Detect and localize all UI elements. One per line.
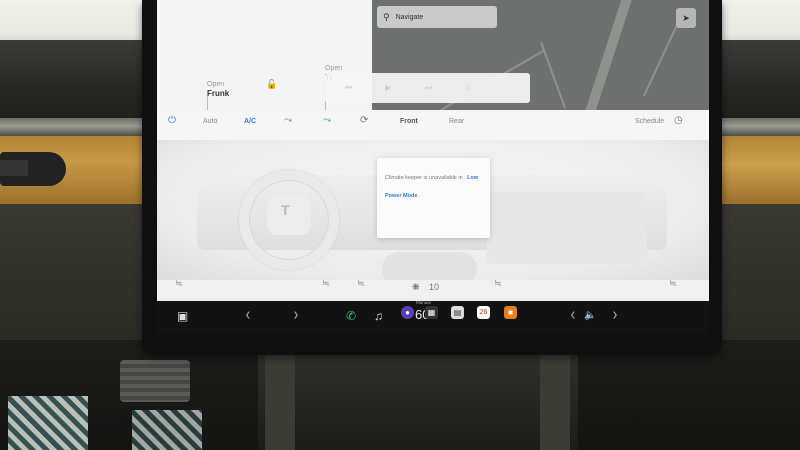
schedule-button[interactable]: Schedule	[635, 118, 664, 125]
floor-mat	[8, 396, 88, 450]
previous-icon: ⏮	[345, 83, 353, 92]
airflow-feet-icon[interactable]: ⤳	[323, 115, 331, 126]
seat-heater-middle-right-icon[interactable]: ≒	[357, 278, 365, 289]
climate-keeper-tooltip: Climate keeper is unavailable in Low Pow…	[377, 158, 490, 238]
volume-icon[interactable]: 🔈	[584, 309, 596, 323]
tesla-logo-icon: T	[281, 202, 290, 218]
rear-defrost-icon[interactable]: ≒	[494, 278, 502, 289]
toybox-icon[interactable]: ▤	[451, 306, 464, 319]
defrost-front-button[interactable]: Front	[400, 118, 418, 125]
frunk-label: Frunk	[207, 89, 230, 98]
volume-chevron-right-icon[interactable]: ❯	[612, 311, 618, 319]
cabin-console	[382, 252, 477, 280]
recirculate-icon[interactable]: ⟳	[360, 115, 368, 126]
music-icon[interactable]: ♫	[374, 309, 383, 323]
volume-chevron-left-icon[interactable]: ❮	[570, 311, 576, 319]
map-road	[580, 0, 634, 110]
touchscreen: Open Frunk 🔓 Open Tr ⚲ Navigate ➤ ⏮ ▶ ⏭ …	[157, 0, 709, 334]
screen-stand	[258, 355, 578, 450]
next-icon: ⏭	[425, 83, 433, 92]
compass-icon[interactable]: ➤	[676, 8, 696, 28]
calendar-icon[interactable]: 26	[477, 306, 490, 319]
steering-stalk-base	[0, 160, 28, 176]
speed-label: Manual	[416, 300, 431, 305]
chevron-left-icon[interactable]: ❮	[245, 311, 251, 319]
navigate-placeholder: Navigate	[395, 13, 424, 21]
favorite-icon: ☆	[465, 83, 473, 92]
play-icon: ▶	[385, 83, 392, 92]
seat-heater-right-icon[interactable]: ≒	[669, 278, 677, 289]
trunk-status: Open	[325, 65, 343, 72]
map-road	[540, 41, 566, 109]
fan-icon[interactable]: ❋	[412, 282, 420, 293]
media-card[interactable]: ⏮ ▶ ⏭ ☆	[325, 73, 530, 103]
power-icon[interactable]: ⏻	[168, 115, 176, 126]
apps-grid-icon[interactable]: ▦	[425, 306, 438, 319]
screen-stand-leg-right	[540, 355, 570, 450]
fan-speed: 10	[429, 282, 440, 292]
unlock-icon[interactable]: 🔓	[266, 80, 277, 89]
frunk-pointer-line	[207, 96, 208, 110]
pedal	[120, 360, 190, 402]
cabin-glovebox	[487, 192, 647, 264]
airflow-face-icon[interactable]: ⤳	[284, 115, 292, 126]
phone-icon[interactable]: ✆	[346, 309, 356, 323]
floor-mat	[132, 410, 202, 450]
app-launcher-icon[interactable]: ●	[401, 306, 414, 319]
climate-ac-button[interactable]: A/C	[244, 118, 256, 125]
search-icon: ⚲	[383, 11, 390, 22]
screen-stand-leg-left	[265, 355, 295, 450]
games-icon[interactable]: ■	[504, 306, 517, 319]
navigate-search[interactable]: ⚲ Navigate	[377, 6, 497, 28]
tooltip-text: Climate keeper is unavailable in	[385, 175, 463, 181]
clock-icon[interactable]: ◷	[674, 115, 683, 126]
seat-heater-middle-icon[interactable]: ≒	[322, 278, 330, 289]
car-icon[interactable]: ▣	[177, 309, 188, 323]
chevron-right-icon[interactable]: ❯	[293, 311, 299, 319]
climate-bar	[157, 110, 709, 140]
seat-heater-left-icon[interactable]: ≒	[175, 278, 183, 289]
defrost-rear-button[interactable]: Rear	[449, 118, 464, 125]
climate-auto-button[interactable]: Auto	[203, 118, 217, 125]
